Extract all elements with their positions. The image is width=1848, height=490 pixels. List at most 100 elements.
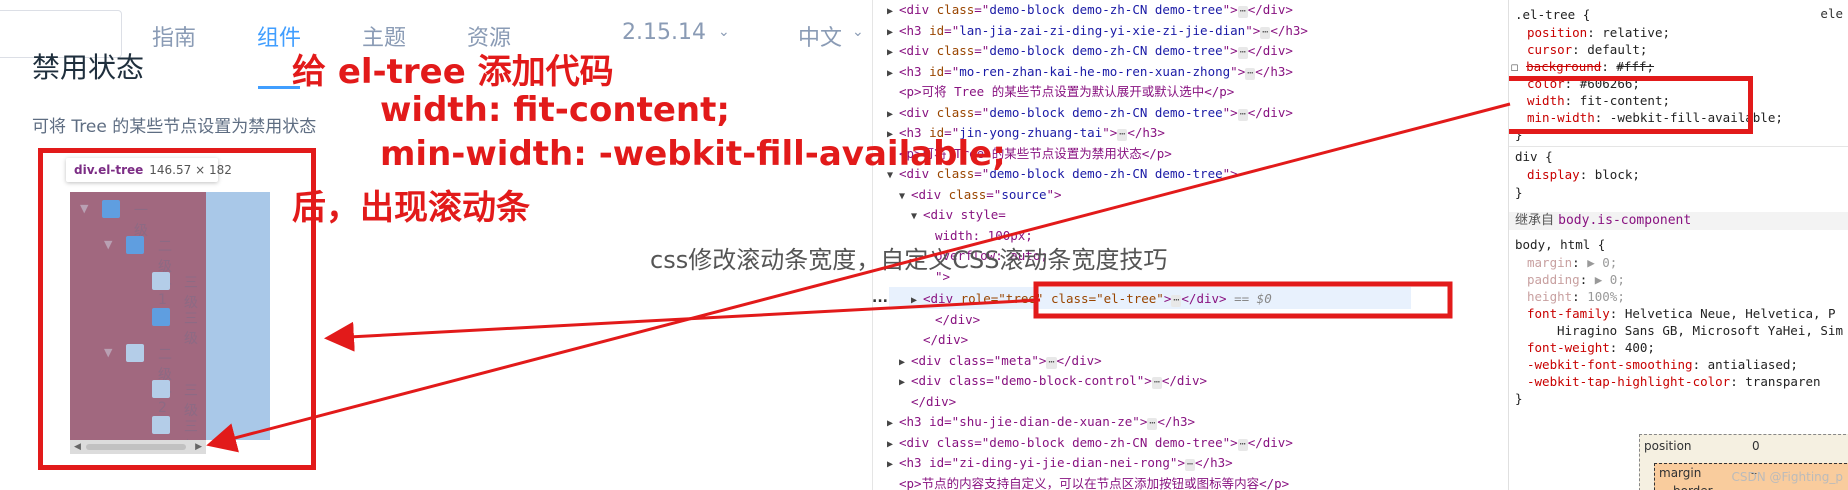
dom-tag: <div xyxy=(923,291,961,306)
dom-line[interactable]: ▶ <div class="demo-block demo-zh-CN demo-… xyxy=(887,41,1293,61)
dom-attr-value: demo-block demo-zh-CN demo-tree xyxy=(989,2,1223,17)
collapsed-icon[interactable]: ⋯ xyxy=(1237,108,1248,121)
dom-attr-name: class xyxy=(936,2,975,17)
rule-source-link[interactable]: ele xyxy=(1820,6,1843,21)
collapsed-icon[interactable]: ⋯ xyxy=(1147,418,1158,430)
dom-line[interactable]: ▶ <div class="meta"> ⋯ </div> xyxy=(899,351,1102,371)
dom-line[interactable]: ▶ <h3 id="zi-ding-yi-jie-dian-nei-rong"> ⋯… xyxy=(887,453,1233,473)
css-property-name: height xyxy=(1527,289,1573,304)
version-select[interactable]: 2.15.14 xyxy=(622,20,706,45)
triangle-right-icon[interactable]: ▶ xyxy=(887,2,899,22)
dom-line[interactable]: <p>可将 Tree 的某些节点设置为默认展开或默认选中</p> xyxy=(887,82,1234,102)
triangle-down-icon[interactable]: ▼ xyxy=(899,187,911,207)
dom-line[interactable]: ▶ <div class="demo-block-control"> ⋯ </div> xyxy=(899,371,1207,391)
dom-line[interactable]: ▶ <div class="demo-block demo-zh-CN demo-… xyxy=(887,0,1293,20)
highlight-box-tree xyxy=(38,148,316,470)
triangle-right-icon[interactable]: ▶ xyxy=(887,455,899,475)
dom-line[interactable]: ▶ <div role="tree" class="el-tree"> ⋯ </div… xyxy=(911,289,1272,309)
annotation-line-2: width: fit-content; xyxy=(380,90,730,130)
css-property-name: background xyxy=(1526,59,1602,74)
checkbox-icon[interactable]: ☐ xyxy=(1511,59,1526,74)
triangle-right-icon[interactable]: ▶ xyxy=(899,353,911,373)
triangle-right-icon[interactable]: ▶ xyxy=(887,105,899,125)
dom-line[interactable]: ▶ <div class="demo-block demo-zh-CN demo-… xyxy=(887,103,1293,123)
collapsed-icon[interactable]: ⋯ xyxy=(1260,26,1271,39)
nav-guide[interactable]: 指南 xyxy=(152,20,196,52)
css-declaration[interactable]: cursor: default; xyxy=(1527,41,1647,58)
triangle-right-icon[interactable]: ▶ xyxy=(887,64,899,84)
triangle-right-icon[interactable]: ▶ xyxy=(887,435,899,455)
css-property-value: ▶ 0; xyxy=(1594,272,1625,287)
css-property-value: Helvetica Neue, Helvetica, P xyxy=(1624,306,1836,321)
dom-line[interactable]: ▶ <h3 id="lan-jia-zai-zi-ding-yi-xie-zi-j… xyxy=(887,21,1308,41)
inherited-source[interactable]: body.is-component xyxy=(1558,213,1691,228)
dom-line[interactable]: ▶ <div class="demo-block demo-zh-CN demo-… xyxy=(887,433,1293,453)
css-colon: : xyxy=(1692,357,1708,372)
dom-tag: <h3 xyxy=(899,22,930,38)
css-property-value: 400; xyxy=(1624,340,1655,355)
dom-attr-name: class xyxy=(948,186,987,202)
dom-attr-value: lan-jia-zai-zi-ding-yi-xie-zi-jie-dian xyxy=(959,22,1246,38)
chevron-down-icon: ⌄ xyxy=(852,24,864,40)
collapsed-icon[interactable]: ⋯ xyxy=(1046,356,1057,369)
triangle-right-icon[interactable]: ▶ xyxy=(887,414,899,434)
triangle-right-icon[interactable]: ▶ xyxy=(887,23,899,43)
dom-attr-name: id xyxy=(929,22,945,38)
box-position-value[interactable]: 0 xyxy=(1752,439,1760,453)
dom-tag: <div xyxy=(899,43,937,58)
css-declaration[interactable]: margin: ▶ 0; xyxy=(1527,254,1617,271)
collapsed-icon[interactable]: ⋯ xyxy=(1237,47,1248,59)
dom-attr-value: source xyxy=(1001,186,1047,202)
language-select[interactable]: 中文 xyxy=(798,20,842,52)
dom-tag-close: </h3> xyxy=(1127,125,1165,140)
dom-line[interactable]: ▼ <div class="source"> xyxy=(899,185,1062,205)
collapsed-icon[interactable]: ⋯ xyxy=(1184,459,1196,471)
dom-text: <p>节点的内容支持自定义，可以在节点区添加按钮或图标等内容</p> xyxy=(899,475,1290,490)
section-description: 可将 Tree 的某些节点设置为禁用状态 xyxy=(32,117,317,137)
css-colon: : xyxy=(1730,374,1746,389)
dom-line[interactable]: <p>节点的内容支持自定义，可以在节点区添加按钮或图标等内容</p> xyxy=(887,474,1289,490)
css-declaration[interactable]: font-weight: 400; xyxy=(1527,339,1655,356)
collapsed-icon[interactable]: ⋯ xyxy=(1171,295,1182,307)
highlight-box-css xyxy=(1509,76,1753,134)
dom-line[interactable]: </div> xyxy=(899,392,956,412)
dom-tag-close: </h3> xyxy=(1195,455,1233,470)
triangle-down-icon[interactable]: ▼ xyxy=(911,207,923,227)
collapsed-icon[interactable]: ⋯ xyxy=(1237,438,1248,451)
collapsed-icon[interactable]: ⋯ xyxy=(1245,67,1256,80)
console-ref: == $0 xyxy=(1226,291,1272,306)
rule-close: } xyxy=(1515,185,1523,200)
css-declaration[interactable]: Hiragino Sans GB, Microsoft YaHei, Sim xyxy=(1557,322,1843,339)
css-declaration[interactable]: ☐ background: #fff; xyxy=(1511,58,1654,75)
triangle-right-icon[interactable]: ▶ xyxy=(899,373,911,393)
collapsed-icon[interactable]: ⋯ xyxy=(1117,129,1128,141)
css-declaration[interactable]: height: 100%; xyxy=(1527,288,1625,305)
collapsed-icon[interactable]: ⋯ xyxy=(1151,377,1162,389)
triangle-right-icon[interactable]: ▶ xyxy=(911,291,923,311)
dom-tag: <div xyxy=(899,104,937,120)
chevron-down-icon: ⌄ xyxy=(718,24,730,40)
css-property-value: antialiased; xyxy=(1707,357,1798,372)
css-colon: : xyxy=(1609,306,1625,321)
dom-line[interactable]: </div> xyxy=(911,330,968,350)
collapsed-icon[interactable]: ⋯ xyxy=(1237,6,1248,18)
dom-line[interactable]: </div> xyxy=(923,310,980,330)
triangle-right-icon[interactable]: ▶ xyxy=(887,43,899,63)
dom-line[interactable]: ▶ <h3 id="shu-jie-dian-de-xuan-ze"> ⋯ </h3> xyxy=(887,412,1195,432)
dom-line[interactable]: ▶ <h3 id="mo-ren-zhan-kai-he-mo-ren-xuan-… xyxy=(887,62,1293,82)
css-property-name: position xyxy=(1527,25,1588,40)
css-declaration[interactable]: position: relative; xyxy=(1527,24,1670,41)
css-declaration[interactable]: padding: ▶ 0; xyxy=(1527,271,1625,288)
css-colon: : xyxy=(1587,25,1603,40)
css-declaration[interactable]: display: block; xyxy=(1527,166,1640,183)
ellipsis-icon[interactable]: ... xyxy=(872,290,888,306)
section-title: 禁用状态 xyxy=(32,51,145,84)
css-property-value: block; xyxy=(1594,167,1640,182)
dom-text: <p>可将 Tree 的某些节点设置为默认展开或默认选中</p> xyxy=(899,84,1235,99)
dom-line[interactable]: ▼ <div style= xyxy=(911,205,1006,225)
devtools-styles-panel: .el-tree { ele position: relative; cursor… xyxy=(1508,0,1848,490)
css-declaration[interactable]: -webkit-tap-highlight-color: transparen xyxy=(1527,373,1821,390)
css-declaration[interactable]: font-family: Helvetica Neue, Helvetica, … xyxy=(1527,305,1836,322)
css-declaration[interactable]: -webkit-font-smoothing: antialiased; xyxy=(1527,356,1798,373)
dom-punct: =" xyxy=(974,104,990,120)
